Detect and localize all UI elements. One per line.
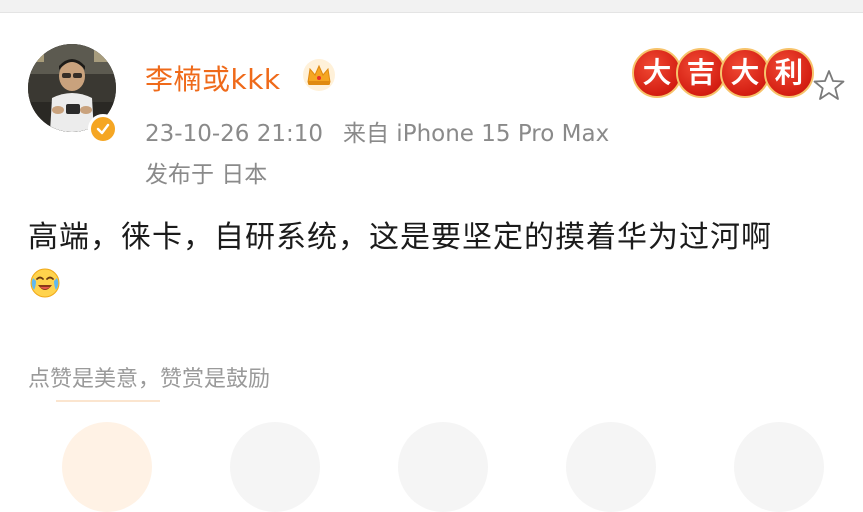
fortune-char: 吉 bbox=[676, 48, 726, 98]
reward-divider bbox=[56, 400, 160, 402]
reward-option[interactable] bbox=[62, 422, 152, 512]
star-outline-icon[interactable] bbox=[812, 68, 846, 102]
fortune-char: 利 bbox=[764, 48, 814, 98]
reward-option[interactable] bbox=[734, 422, 824, 512]
crown-icon bbox=[303, 59, 335, 91]
post-source: 来自 iPhone 15 Pro Max bbox=[343, 121, 610, 147]
post-meta: 23-10-26 21:10 来自 iPhone 15 Pro Max bbox=[145, 114, 609, 148]
post-location: 发布于 日本 bbox=[145, 162, 268, 188]
post-timestamp[interactable]: 23-10-26 21:10 bbox=[145, 121, 323, 147]
cry-laugh-emoji bbox=[30, 268, 60, 298]
fortune-badge[interactable]: 大 吉 大 利 bbox=[632, 48, 818, 102]
checkmark-icon bbox=[96, 123, 110, 135]
top-divider-strip bbox=[0, 0, 863, 13]
reward-hint: 点赞是美意，赞赏是鼓励 bbox=[28, 367, 271, 392]
reward-option[interactable] bbox=[398, 422, 488, 512]
username[interactable]: 李楠或kkk bbox=[145, 58, 281, 98]
verified-badge-icon bbox=[88, 114, 118, 144]
reward-row bbox=[0, 400, 863, 512]
reward-option[interactable] bbox=[566, 422, 656, 512]
post-content: 高端，徕卡，自研系统，这是要坚定的摸着华为过河啊 bbox=[28, 220, 772, 255]
fortune-char: 大 bbox=[632, 48, 682, 98]
fortune-char: 大 bbox=[720, 48, 770, 98]
reward-option[interactable] bbox=[230, 422, 320, 512]
